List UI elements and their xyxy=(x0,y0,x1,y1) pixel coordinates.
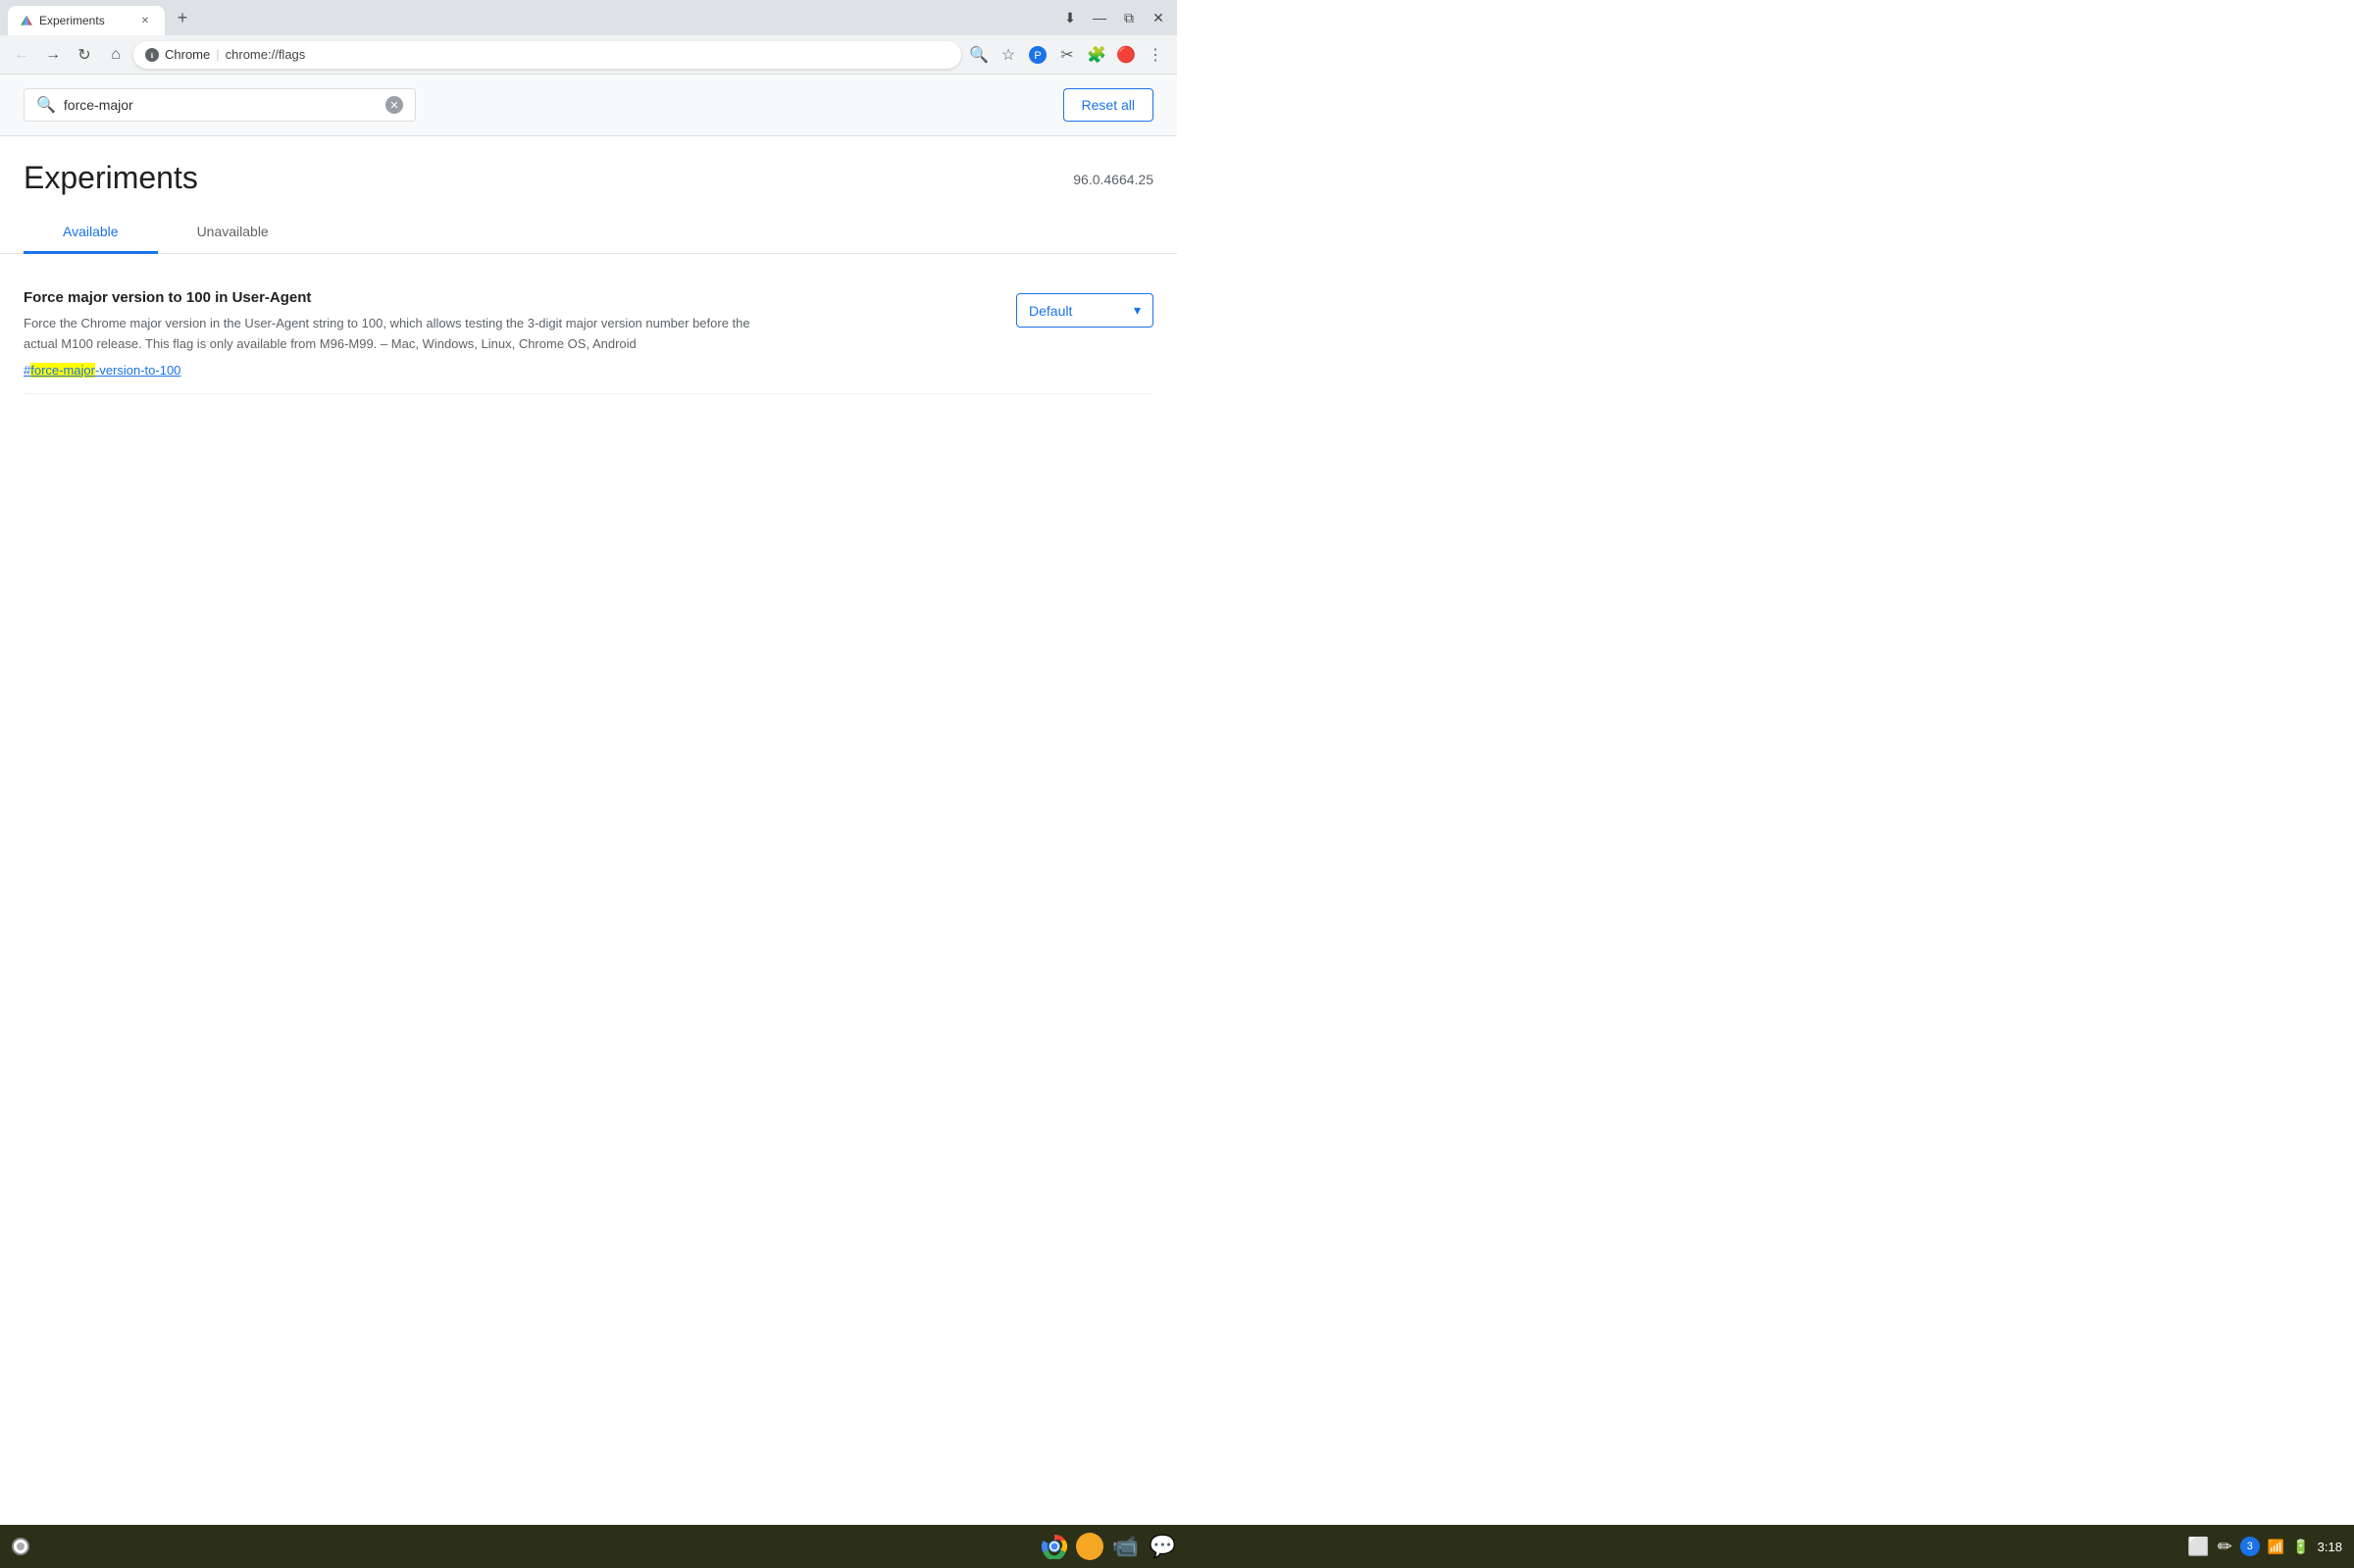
taskbar-chrome-icon[interactable] xyxy=(1039,1531,1070,1562)
page-content: 🔍 ✕ Reset all Experiments 96.0.4664.25 A… xyxy=(0,75,1177,741)
flag-dropdown[interactable]: Default ▾ xyxy=(1016,293,1153,328)
taskbar-wifi-icon: 📶 xyxy=(2268,1539,2284,1555)
search-input-wrapper[interactable]: 🔍 ✕ xyxy=(24,88,416,122)
download-button[interactable]: ⬇ xyxy=(1059,7,1081,28)
taskbar-yellow-icon[interactable] xyxy=(1076,1533,1103,1560)
flag-info: Force major version to 100 in User-Agent… xyxy=(24,289,769,378)
svg-text:P: P xyxy=(1034,50,1041,62)
experiments-title: Experiments xyxy=(24,160,198,196)
close-button[interactable]: ✕ xyxy=(1148,7,1169,28)
address-label: Chrome xyxy=(165,47,210,62)
flags-tabs: Available Unavailable xyxy=(0,212,1177,254)
taskbar-left xyxy=(12,1538,29,1555)
address-url: chrome://flags xyxy=(226,47,306,62)
address-bar[interactable]: ℹ Chrome | chrome://flags xyxy=(133,41,961,69)
forward-button[interactable]: → xyxy=(39,41,67,69)
taskbar-settings-badge[interactable]: 3 xyxy=(2240,1537,2260,1556)
taskbar-time: 3:18 xyxy=(2318,1540,2342,1554)
experiments-header: Experiments 96.0.4664.25 xyxy=(0,136,1177,196)
menu-icon-btn[interactable]: ⋮ xyxy=(1142,41,1169,69)
taskbar-right: ⬜ ✏ 3 📶 🔋 3:18 xyxy=(2187,1537,2342,1557)
flag-dropdown-value: Default xyxy=(1029,303,1072,319)
tab-unavailable[interactable]: Unavailable xyxy=(158,212,308,254)
taskbar-chat-icon[interactable]: 💬 xyxy=(1147,1531,1178,1562)
flag-id[interactable]: #force-major-version-to-100 xyxy=(24,363,769,378)
scissors-icon-btn[interactable]: ✂ xyxy=(1053,41,1081,69)
title-bar: Experiments ✕ + ⬇ — ⧉ ✕ xyxy=(0,0,1177,35)
flag-item: Force major version to 100 in User-Agent… xyxy=(24,274,1153,394)
experiments-version: 96.0.4664.25 xyxy=(1073,172,1153,187)
new-tab-button[interactable]: + xyxy=(169,4,196,31)
maximize-button[interactable]: ⧉ xyxy=(1118,7,1140,28)
search-clear-button[interactable]: ✕ xyxy=(385,96,403,114)
back-button[interactable]: ← xyxy=(8,41,35,69)
tab-available[interactable]: Available xyxy=(24,212,158,254)
taskbar-pen-icon[interactable]: ✏ xyxy=(2218,1537,2232,1557)
taskbar-battery-icon: 🔋 xyxy=(2292,1539,2309,1555)
flags-list: Force major version to 100 in User-Agent… xyxy=(0,254,1177,414)
flag-id-highlight: force-major xyxy=(30,363,95,378)
reset-all-button[interactable]: Reset all xyxy=(1063,88,1153,122)
toolbar: ← → ↻ ⌂ ℹ Chrome | chrome://flags 🔍 ☆ P … xyxy=(0,35,1177,75)
minimize-button[interactable]: — xyxy=(1089,7,1110,28)
svg-text:ℹ: ℹ xyxy=(151,52,154,60)
toolbar-icons: 🔍 ☆ P ✂ 🧩 🔴 ⋮ xyxy=(965,41,1169,69)
record-dot-inner xyxy=(17,1543,25,1550)
address-separator: | xyxy=(216,47,219,62)
tab-close-button[interactable]: ✕ xyxy=(137,13,153,28)
window-controls: ⬇ — ⧉ ✕ xyxy=(1059,7,1169,28)
extensions-icon-btn[interactable]: 🧩 xyxy=(1083,41,1110,69)
security-icon: ℹ xyxy=(145,48,159,62)
flag-name: Force major version to 100 in User-Agent xyxy=(24,289,769,306)
extra-ext-icon-btn[interactable]: 🔴 xyxy=(1112,41,1140,69)
reload-button[interactable]: ↻ xyxy=(71,41,98,69)
browser-window: Experiments ✕ + ⬇ — ⧉ ✕ ← → ↻ ⌂ ℹ Chrome… xyxy=(0,0,1177,741)
record-indicator xyxy=(12,1538,29,1555)
taskbar-center: 📹 💬 xyxy=(1039,1531,1178,1562)
flag-dropdown-arrow: ▾ xyxy=(1134,302,1141,319)
flag-description: Force the Chrome major version in the Us… xyxy=(24,314,769,355)
flag-id-rest: -version-to-100 xyxy=(95,363,180,378)
tab-title: Experiments xyxy=(39,14,105,27)
active-tab[interactable]: Experiments ✕ xyxy=(8,6,165,35)
search-icon: 🔍 xyxy=(36,95,56,115)
search-icon-btn[interactable]: 🔍 xyxy=(965,41,993,69)
flags-search-input[interactable] xyxy=(64,97,378,113)
taskbar: 📹 💬 ⬜ ✏ 3 📶 🔋 3:18 xyxy=(0,1525,2354,1568)
home-button[interactable]: ⌂ xyxy=(102,41,129,69)
taskbar-screenshot-icon[interactable]: ⬜ xyxy=(2187,1537,2209,1557)
tab-favicon xyxy=(20,14,33,27)
taskbar-video-icon[interactable]: 📹 xyxy=(1109,1531,1141,1562)
bookmark-icon-btn[interactable]: ☆ xyxy=(995,41,1022,69)
flags-search-bar: 🔍 ✕ Reset all xyxy=(0,75,1177,136)
profile-icon-btn[interactable]: P xyxy=(1024,41,1051,69)
